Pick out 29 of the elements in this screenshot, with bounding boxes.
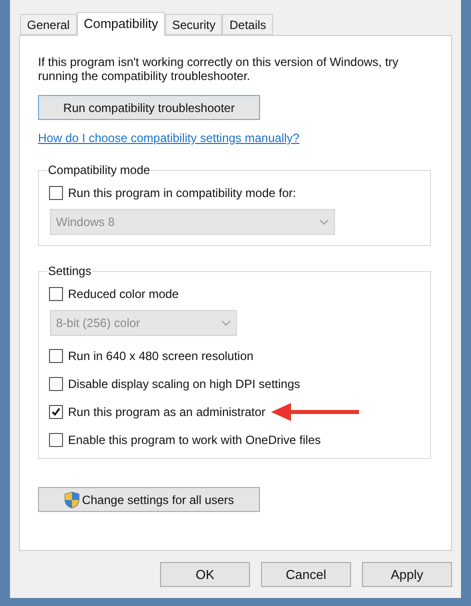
checkbox[interactable] bbox=[49, 349, 63, 363]
troubleshooter-button[interactable]: Run compatibility troubleshooter bbox=[38, 95, 260, 120]
tab[interactable]: General bbox=[20, 14, 77, 35]
change-settings-button[interactable]: Change settings for all users bbox=[38, 487, 260, 512]
group-title: Compatibility mode bbox=[47, 162, 152, 179]
checkbox-option[interactable]: Enable this program to work with OneDrive files bbox=[49, 431, 321, 449]
tab[interactable]: Details bbox=[222, 14, 274, 35]
group-title: Settings bbox=[47, 263, 92, 280]
checkbox[interactable] bbox=[49, 287, 63, 301]
tab[interactable]: Compatibility bbox=[76, 12, 166, 36]
chevron-down-icon bbox=[319, 219, 329, 225]
help-link[interactable]: How do I choose compatibility settings manually? bbox=[38, 131, 300, 145]
checkbox-option[interactable]: Run this program as an administrator bbox=[49, 403, 266, 421]
checkmark-icon bbox=[51, 407, 61, 417]
chevron-down-icon bbox=[221, 320, 231, 326]
checkbox-option[interactable]: Reduced color mode bbox=[49, 285, 179, 303]
checkbox[interactable] bbox=[49, 186, 63, 200]
tab[interactable]: Security bbox=[165, 14, 222, 35]
checkbox-option[interactable]: Run in 640 x 480 screen resolution bbox=[49, 347, 254, 365]
dialog-button[interactable]: Apply bbox=[362, 562, 452, 587]
checkbox-option[interactable]: Disable display scaling on high DPI settings bbox=[49, 375, 300, 393]
checkbox[interactable] bbox=[49, 433, 63, 447]
shield-icon bbox=[64, 490, 80, 508]
intro-text: If this program isn't working correctly on this version of Windows, try running the compatibility troubleshooter. bbox=[38, 55, 400, 83]
checkbox[interactable] bbox=[49, 405, 63, 419]
checkbox-option[interactable]: Run this program in compatibility mode for: bbox=[49, 184, 296, 202]
dialog-button[interactable]: Cancel bbox=[261, 562, 351, 587]
checkbox[interactable] bbox=[49, 377, 63, 391]
dialog-button[interactable]: OK bbox=[160, 562, 250, 587]
